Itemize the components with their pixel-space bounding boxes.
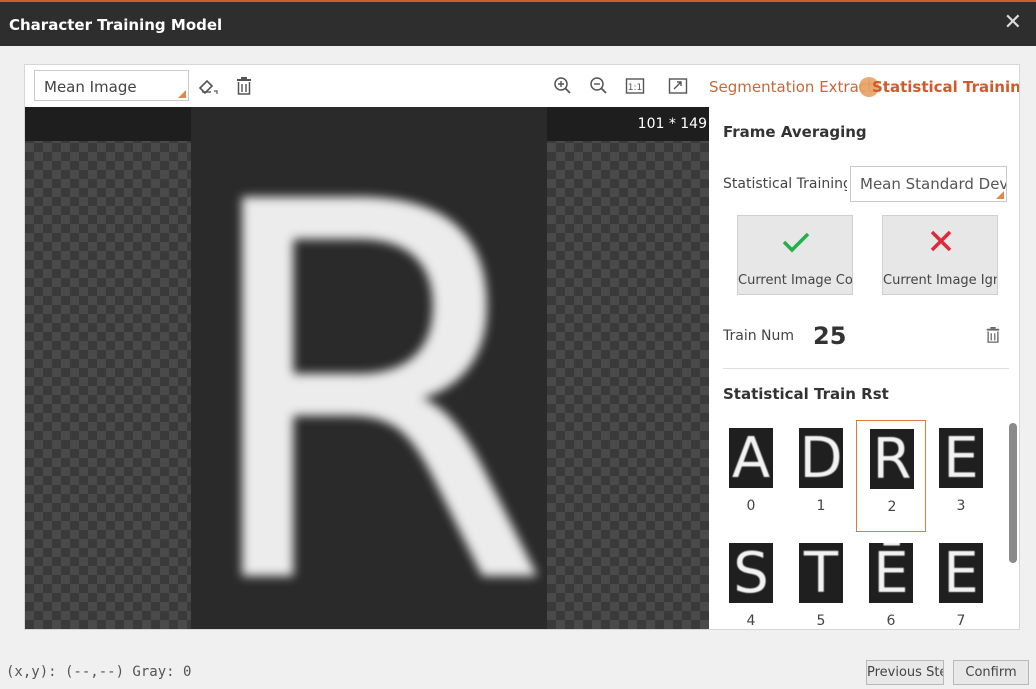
- train-result-title: Statistical Train Rst: [723, 385, 889, 403]
- fit-window-icon[interactable]: [668, 76, 688, 96]
- main-content: Mean Image 1:1 R 101 * 149 Segmentation …: [24, 64, 1020, 630]
- dropdown-corner-icon: [178, 90, 186, 98]
- step-tabs: Segmentation Extract Statistical Trainin…: [709, 65, 1019, 107]
- previous-step-button[interactable]: Previous Step: [866, 660, 944, 685]
- checkmark-icon: [738, 226, 852, 258]
- thumbnail-index: 3: [956, 498, 966, 514]
- thumbnail-index: 4: [746, 613, 756, 629]
- result-thumbnail-selected[interactable]: R 2: [856, 420, 926, 532]
- training-panel: Segmentation Extract Statistical Trainin…: [709, 65, 1019, 629]
- result-thumbnail[interactable]: S 4: [716, 535, 786, 629]
- thumbnail-image: A: [729, 428, 773, 488]
- thumbnail-index: 2: [887, 499, 897, 515]
- delete-icon[interactable]: [235, 76, 255, 96]
- actual-size-label: 1:1: [628, 83, 642, 93]
- cursor-coords-readout: (x,y): (--,--) Gray: 0: [6, 664, 192, 680]
- thumbnail-image: Ē: [869, 543, 913, 603]
- thumbnail-char: R: [872, 429, 912, 489]
- view-mode-value: Mean Image: [44, 78, 137, 96]
- train-num-value: 25: [813, 322, 847, 350]
- tab-segmentation-extract[interactable]: Segmentation Extract: [709, 78, 873, 96]
- character-training-dialog: Character Training Model ✕ Mean Image 1:…: [0, 0, 1036, 689]
- character-image: R: [191, 107, 547, 630]
- thumbnail-char: T: [803, 543, 839, 603]
- result-thumbnail[interactable]: A 0: [716, 420, 786, 532]
- training-method-value: Mean Standard Deviation: [860, 175, 1006, 193]
- image-size-label: 101 * 149: [637, 116, 707, 132]
- train-num-label: Train Num: [723, 328, 795, 344]
- thumbnail-index: 1: [816, 498, 826, 514]
- thumbnail-char: E: [943, 428, 979, 488]
- training-method-select[interactable]: Mean Standard Deviation: [850, 166, 1007, 202]
- image-toolbar: Mean Image 1:1: [25, 65, 709, 107]
- zoom-out-icon[interactable]: [589, 76, 609, 96]
- thumbnail-index: 6: [886, 613, 896, 629]
- thumbnail-image: D: [799, 428, 843, 488]
- ignore-current-image-button[interactable]: Current Image Ignore: [882, 215, 998, 295]
- thumbnail-char: A: [731, 428, 771, 488]
- view-mode-select[interactable]: Mean Image: [34, 70, 189, 101]
- thumbnail-char: E: [943, 543, 979, 603]
- thumbnail-char: Ē: [873, 543, 909, 603]
- cross-icon: [883, 226, 997, 258]
- eraser-icon[interactable]: [196, 76, 218, 96]
- section-divider: [723, 368, 1009, 369]
- character-glyph: R: [191, 107, 547, 630]
- thumbnail-image: E: [939, 428, 983, 488]
- clear-train-delete-icon[interactable]: [985, 325, 1001, 350]
- result-thumbnail[interactable]: E 3: [926, 420, 996, 532]
- count-current-image-button[interactable]: Current Image Count: [737, 215, 853, 295]
- count-button-label: Current Image Count: [738, 273, 853, 288]
- result-thumbnail[interactable]: Ē 6: [856, 535, 926, 629]
- thumbnail-char: D: [799, 428, 843, 488]
- title-bar: Character Training Model ✕: [0, 0, 1036, 46]
- confirm-button[interactable]: Confirm: [953, 660, 1029, 685]
- actual-size-icon[interactable]: 1:1: [625, 76, 645, 96]
- result-thumbnail[interactable]: T 5: [786, 535, 856, 629]
- dialog-title: Character Training Model: [9, 16, 223, 34]
- ignore-button-label: Current Image Ignore: [883, 273, 997, 288]
- thumbnail-image: E: [939, 543, 983, 603]
- thumbnail-char: S: [733, 543, 769, 603]
- image-canvas[interactable]: R 101 * 149: [25, 107, 709, 630]
- tab-statistical-training[interactable]: Statistical Training: [872, 78, 1019, 96]
- thumbnail-index: 5: [816, 613, 826, 629]
- thumbnail-image: S: [729, 543, 773, 603]
- thumbnail-image: R: [870, 429, 914, 489]
- statistical-training-label: Statistical Training: [723, 176, 847, 192]
- thumbnail-image: T: [799, 543, 843, 603]
- result-thumbnail[interactable]: E 7: [926, 535, 996, 629]
- dropdown-corner-icon: [996, 191, 1004, 199]
- status-bar: (x,y): (--,--) Gray: 0 Previous Step Con…: [0, 655, 1036, 689]
- thumbnail-index: 0: [746, 498, 756, 514]
- zoom-in-icon[interactable]: [553, 76, 573, 96]
- results-scrollbar[interactable]: [1009, 423, 1017, 563]
- result-thumbnail[interactable]: D 1: [786, 420, 856, 532]
- frame-averaging-title: Frame Averaging: [723, 123, 867, 141]
- thumbnail-index: 7: [956, 613, 966, 629]
- close-icon[interactable]: ✕: [1004, 10, 1022, 35]
